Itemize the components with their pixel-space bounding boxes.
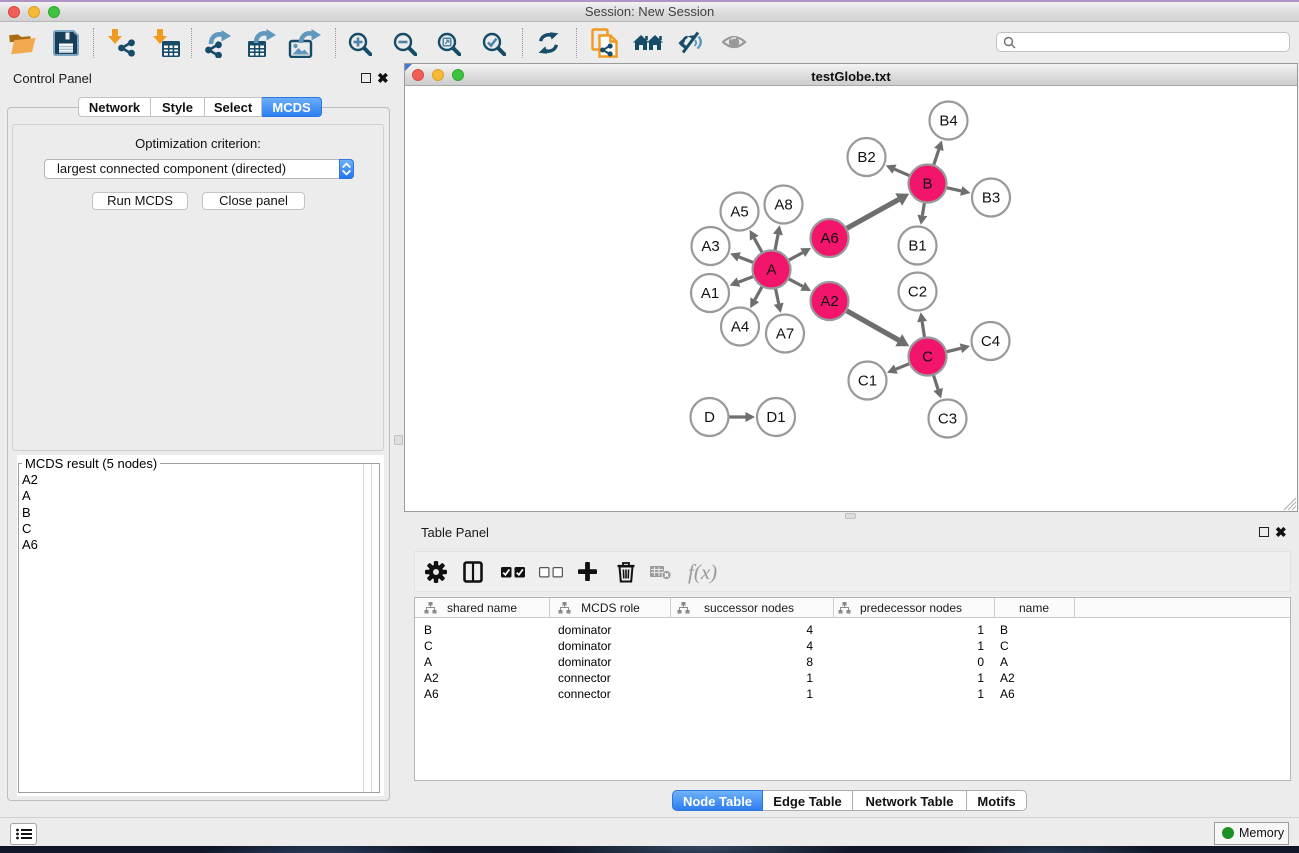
svg-text:C1: C1 [858,373,877,390]
svg-text:B1: B1 [908,238,926,255]
svg-text:A7: A7 [776,326,794,343]
svg-text:B: B [922,176,932,193]
svg-text:C: C [922,349,933,366]
svg-text:A5: A5 [730,204,748,221]
svg-text:A6: A6 [820,230,838,247]
svg-text:A8: A8 [774,197,792,214]
svg-text:D1: D1 [766,409,785,426]
svg-text:C4: C4 [981,333,1000,350]
svg-text:A4: A4 [731,319,749,336]
svg-text:C2: C2 [908,284,927,301]
svg-text:B4: B4 [939,113,957,130]
svg-text:A: A [766,262,776,279]
svg-text:C3: C3 [938,411,957,428]
svg-text:B3: B3 [982,190,1000,207]
svg-text:A2: A2 [820,293,838,310]
svg-text:B2: B2 [857,149,875,166]
svg-text:A1: A1 [701,285,719,302]
svg-text:A3: A3 [701,238,719,255]
svg-text:D: D [704,409,715,426]
